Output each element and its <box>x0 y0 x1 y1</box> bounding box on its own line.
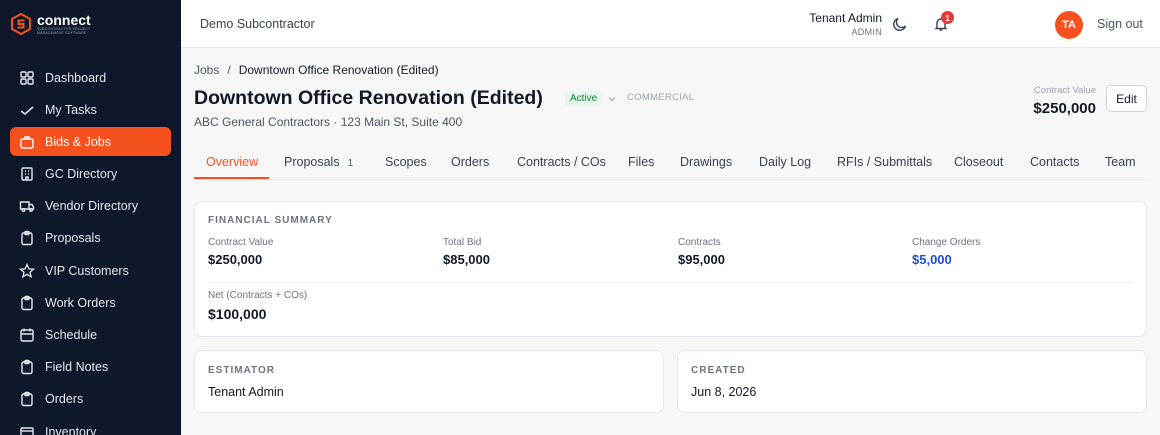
status-badge[interactable]: Active <box>565 91 603 106</box>
estimator-card: ESTIMATOR Tenant Admin <box>194 350 664 413</box>
clipboard-icon <box>21 295 33 311</box>
brand-name: connect <box>37 12 91 28</box>
sidebar-item-vip-customers[interactable]: VIP Customers <box>10 256 171 285</box>
financial-label: Change Orders <box>912 237 981 248</box>
building-icon <box>21 167 33 181</box>
brand-logo[interactable]: connect SUBCONTRACTOR PROJECT MANAGEMENT… <box>0 0 181 48</box>
clipboard-icon <box>21 359 33 375</box>
financial-value: $250,000 <box>208 252 263 267</box>
net-value: $100,000 <box>208 306 267 322</box>
job-tabs: Overview Proposals 1 Scopes Orders Contra… <box>194 146 1147 180</box>
financial-label: Net (Contracts + COs) <box>208 290 308 301</box>
breadcrumb-current: Downtown Office Renovation (Edited) <box>238 63 439 77</box>
clipboard-icon <box>21 231 33 246</box>
star-icon <box>19 262 35 278</box>
estimator-value: Tenant Admin <box>208 385 284 399</box>
tab-count-badge: 1 <box>347 158 354 169</box>
job-type-label: COMMERCIAL <box>627 92 695 103</box>
financial-value: $95,000 <box>678 252 725 267</box>
active-tab-indicator <box>194 177 269 179</box>
divider <box>208 282 1133 283</box>
job-subtitle: ABC General Contractors · 123 Main St, S… <box>194 115 463 129</box>
card-title: ESTIMATOR <box>208 365 275 376</box>
top-bar: Demo Subcontractor 1 Tenant Admin ADMIN … <box>181 0 1160 48</box>
sidebar-item-label: Field Notes <box>45 360 109 375</box>
sidebar-item-label: Dashboard <box>45 70 107 85</box>
sidebar: connect SUBCONTRACTOR PROJECT MANAGEMENT… <box>0 0 181 435</box>
truck-icon <box>19 201 35 213</box>
sidebar-item-proposals[interactable]: Proposals <box>10 224 171 253</box>
edit-button[interactable]: Edit <box>1106 85 1147 112</box>
sidebar-item-label: VIP Customers <box>45 263 129 278</box>
financial-summary-card: FINANCIAL SUMMARY Contract Value $250,00… <box>194 201 1147 337</box>
notification-badge: 1 <box>941 11 954 24</box>
created-value: Jun 8, 2026 <box>691 385 757 399</box>
contract-value: $250,000 <box>1033 100 1096 117</box>
tab-label: Proposals <box>284 155 340 169</box>
sidebar-item-schedule[interactable]: Schedule <box>10 321 171 350</box>
tab-proposals[interactable]: Proposals 1 <box>284 155 353 169</box>
financial-label: Contracts <box>678 237 721 248</box>
brand-tagline: SUBCONTRACTOR PROJECT MANAGEMENT SOFTWAR… <box>37 27 91 35</box>
sidebar-nav: Dashboard My Tasks Bids & Jobs GC Direct… <box>10 63 171 435</box>
financial-label: Total Bid <box>443 237 482 248</box>
tenant-name: Demo Subcontractor <box>200 17 315 31</box>
user-name: Tenant Admin <box>809 11 882 25</box>
avatar[interactable]: TA <box>1055 11 1083 39</box>
sidebar-item-label: Proposals <box>45 231 101 246</box>
tab-contacts[interactable]: Contacts <box>1030 155 1079 169</box>
financial-label: Contract Value <box>208 237 274 248</box>
tab-orders[interactable]: Orders <box>451 155 489 169</box>
sidebar-item-work-orders[interactable]: Work Orders <box>10 288 171 317</box>
sidebar-item-label: Inventory <box>45 424 97 435</box>
check-icon <box>20 106 34 115</box>
tab-daily-log[interactable]: Daily Log <box>759 155 811 169</box>
card-title: CREATED <box>691 365 746 376</box>
sidebar-item-inventory[interactable]: Inventory <box>10 417 171 435</box>
tab-rfis-submittals[interactable]: RFIs / Submittals <box>837 155 932 169</box>
change-orders-link[interactable]: $5,000 <box>912 252 952 267</box>
tab-overview[interactable]: Overview <box>206 155 258 169</box>
sidebar-item-gc-directory[interactable]: GC Directory <box>10 160 171 189</box>
sidebar-item-label: Work Orders <box>45 295 116 310</box>
clipboard-icon <box>21 392 33 407</box>
connect-logo-icon <box>11 13 31 35</box>
sidebar-item-vendor-directory[interactable]: Vendor Directory <box>10 192 171 221</box>
tab-closeout[interactable]: Closeout <box>954 155 1003 169</box>
tab-contracts-cos[interactable]: Contracts / COs <box>517 155 606 169</box>
user-role: ADMIN <box>851 27 882 37</box>
breadcrumb: Jobs / Downtown Office Renovation (Edite… <box>194 63 439 77</box>
breadcrumb-separator: / <box>227 63 231 77</box>
tab-drawings[interactable]: Drawings <box>680 155 732 169</box>
grid-icon <box>20 70 34 85</box>
sidebar-item-bids-jobs[interactable]: Bids & Jobs <box>10 127 171 157</box>
sidebar-item-label: Schedule <box>45 328 98 342</box>
page-title: Downtown Office Renovation (Edited) <box>194 87 543 109</box>
box-icon <box>20 426 34 435</box>
calendar-icon <box>20 328 34 342</box>
breadcrumb-jobs-link[interactable]: Jobs <box>194 63 219 77</box>
sign-out-link[interactable]: Sign out <box>1097 17 1143 31</box>
financial-value: $85,000 <box>443 252 490 267</box>
main-content: Jobs / Downtown Office Renovation (Edite… <box>181 48 1160 435</box>
sidebar-item-label: GC Directory <box>45 167 118 182</box>
contract-value-label: Contract Value <box>1033 85 1096 96</box>
briefcase-icon <box>20 136 34 149</box>
sidebar-item-dashboard[interactable]: Dashboard <box>10 63 171 92</box>
created-card: CREATED Jun 8, 2026 <box>677 350 1147 413</box>
sidebar-item-my-tasks[interactable]: My Tasks <box>10 95 171 124</box>
tab-team[interactable]: Team <box>1105 155 1136 169</box>
sidebar-item-label: Orders <box>45 392 84 407</box>
chevron-down-icon[interactable] <box>608 95 616 103</box>
sidebar-item-label: My Tasks <box>45 102 97 117</box>
moon-icon[interactable] <box>892 16 908 32</box>
tab-scopes[interactable]: Scopes <box>385 155 427 169</box>
card-title: FINANCIAL SUMMARY <box>208 215 333 226</box>
tab-files[interactable]: Files <box>628 155 654 169</box>
sidebar-item-field-notes[interactable]: Field Notes <box>10 353 171 382</box>
sidebar-item-label: Vendor Directory <box>45 199 139 214</box>
sidebar-item-orders[interactable]: Orders <box>10 385 171 414</box>
sidebar-item-label: Bids & Jobs <box>45 134 112 149</box>
